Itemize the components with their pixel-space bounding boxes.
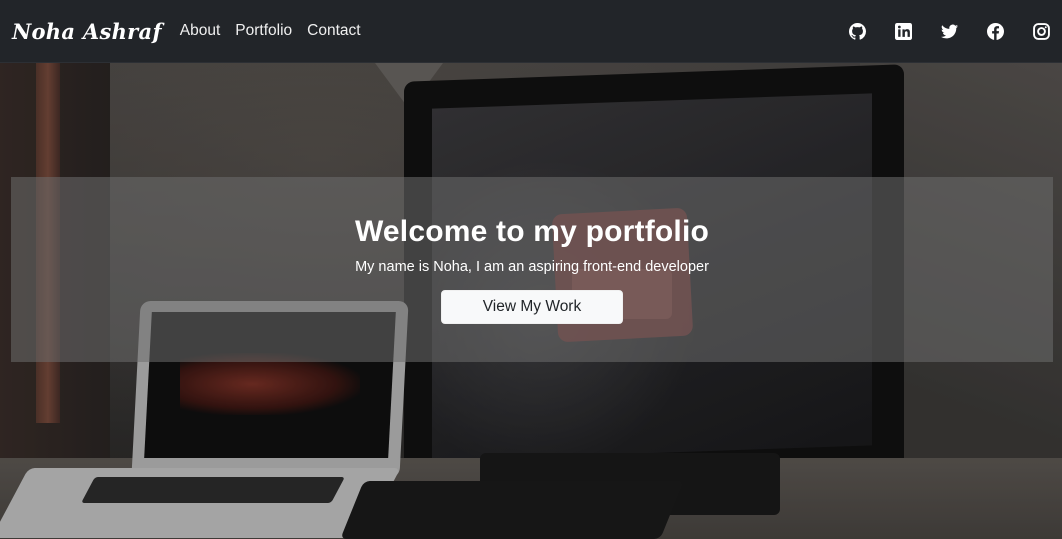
hero-section: Welcome to my portfolio My name is Noha,… xyxy=(0,63,1062,539)
facebook-icon[interactable] xyxy=(987,22,1004,40)
nav-portfolio[interactable]: Portfolio xyxy=(235,22,292,40)
hero-banner: Welcome to my portfolio My name is Noha,… xyxy=(11,177,1053,362)
hero-title: Welcome to my portfolio xyxy=(354,215,710,248)
view-my-work-button[interactable]: View My Work xyxy=(441,290,623,324)
instagram-icon[interactable] xyxy=(1033,22,1050,40)
hero-subtitle: My name is Noha, I am an aspiring front-… xyxy=(355,259,709,275)
nav-about[interactable]: About xyxy=(180,22,221,40)
nav-contact[interactable]: Contact xyxy=(307,22,360,40)
twitter-icon[interactable] xyxy=(941,23,958,40)
linkedin-icon[interactable] xyxy=(895,22,912,40)
brand-logo[interactable]: Noha Ashraf xyxy=(12,19,162,44)
social-links xyxy=(820,22,1050,40)
top-navbar: Noha Ashraf About Portfolio Contact xyxy=(0,0,1062,63)
github-icon[interactable] xyxy=(849,22,866,40)
